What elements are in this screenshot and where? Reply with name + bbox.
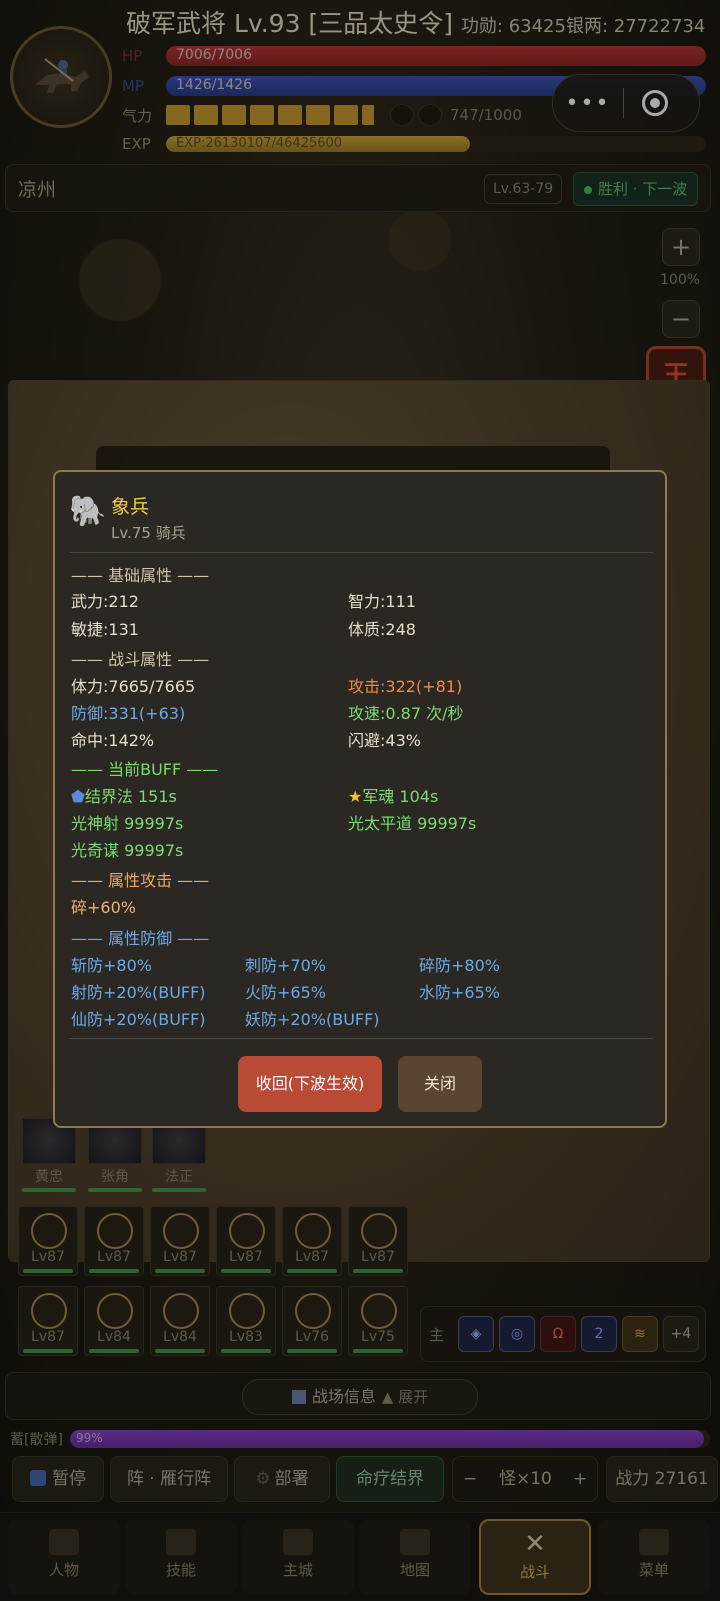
stat-evasion: 闪避:43% — [348, 731, 421, 750]
section-defense-title: —— 属性防御 —— — [71, 929, 210, 948]
stat-agility: 敏捷:131 — [71, 620, 139, 639]
stat-intelligence: 智力:111 — [348, 592, 416, 611]
shield-icon: ⬟ — [71, 787, 85, 806]
buff-item: 光神射 99997s — [71, 814, 184, 833]
unit-name: 象兵 — [111, 496, 150, 518]
unit-level-type: Lv.75 骑兵 — [111, 524, 186, 542]
buff-item: ⬟结界法 151s — [71, 783, 177, 807]
star-icon: ★ — [348, 787, 363, 806]
buff-item: 光太平道 99997s — [348, 814, 477, 833]
defense-item: 刺防+70% — [245, 956, 326, 975]
stat-defense: 防御:331(+63) — [71, 704, 186, 723]
close-button[interactable]: 关闭 — [398, 1056, 482, 1112]
defense-item: 仙防+20%(BUFF) — [71, 1010, 206, 1029]
defense-item: 妖防+20%(BUFF) — [245, 1010, 380, 1029]
buff-label: 结界法 151s — [84, 787, 177, 806]
buff-item: ★军魂 104s — [348, 783, 438, 807]
stat-attack: 攻击:322(+81) — [348, 677, 463, 696]
stat-attack-speed: 攻速:0.87 次/秒 — [348, 704, 464, 723]
defense-item: 碎防+80% — [419, 956, 500, 975]
defense-item: 火防+65% — [245, 983, 326, 1002]
buff-label: 军魂 104s — [362, 787, 439, 806]
stat-strength: 武力:212 — [71, 592, 139, 611]
section-attack-title: —— 属性攻击 —— — [71, 871, 210, 890]
header-divider — [69, 552, 653, 553]
section-battle-title: —— 战斗属性 —— — [71, 650, 210, 669]
footer-divider — [69, 1038, 653, 1039]
stat-accuracy: 命中:142% — [71, 731, 155, 750]
attribute-attack: 碎+60% — [71, 898, 136, 917]
buff-item: 光奇谋 99997s — [71, 841, 184, 860]
stat-constitution: 体质:248 — [348, 620, 416, 639]
defense-item: 水防+65% — [419, 983, 500, 1002]
defense-item: 斩防+80% — [71, 956, 152, 975]
section-basic-title: —— 基础属性 —— — [71, 566, 210, 585]
recall-button[interactable]: 收回(下波生效) — [238, 1056, 382, 1112]
elephant-icon: 🐘 — [69, 494, 107, 529]
section-buff-title: —— 当前BUFF —— — [71, 760, 219, 779]
defense-item: 射防+20%(BUFF) — [71, 983, 206, 1002]
unit-detail-modal: 🐘 象兵 Lv.75 骑兵 —— 基础属性 —— 武力:212 智力:111 敏… — [53, 470, 667, 1128]
stat-stamina: 体力:7665/7665 — [71, 677, 196, 696]
